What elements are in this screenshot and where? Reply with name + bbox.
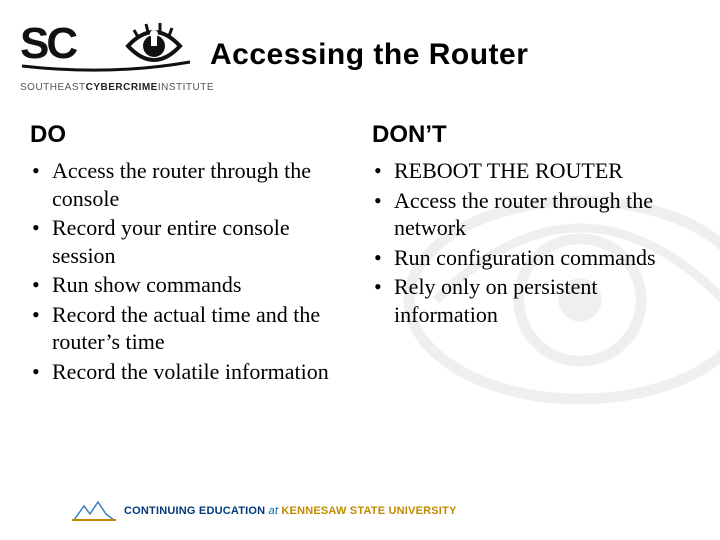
list-item: Record the volatile information [30,358,348,386]
footer-ksu: KENNESAW STATE UNIVERSITY [281,505,456,517]
do-heading: DO [30,121,348,149]
slide-body: DO Access the router through the console… [0,93,720,387]
mountain-icon [72,500,116,522]
footer-ce: CONTINUING EDUCATION at KENNESAW STATE U… [124,505,457,517]
sci-eye-logo-icon: SC [20,18,200,74]
list-item: Access the router through the console [30,157,348,212]
list-item: Run configuration commands [372,244,690,272]
slide-title: Accessing the Router [200,18,700,72]
list-item: Record the actual time and the router’s … [30,301,348,356]
logo-text-bold: CYBERCRIME [86,82,158,93]
do-column: DO Access the router through the console… [30,121,348,387]
list-item: Run show commands [30,271,348,299]
logo-text-prefix: SOUTHEAST [20,82,86,93]
institute-logo-text: SOUTHEASTCYBERCRIMEINSTITUTE [20,82,200,93]
do-list: Access the router through the console Re… [30,157,348,385]
list-item: Rely only on persistent information [372,273,690,328]
dont-list: REBOOT THE ROUTER Access the router thro… [372,157,690,328]
dont-heading: DON’T [372,121,690,149]
footer-logo: CONTINUING EDUCATION at KENNESAW STATE U… [72,500,457,522]
list-item: Access the router through the network [372,187,690,242]
institute-logo: SC SOUTHEASTCYBERCRIMEINSTITUTE [20,18,200,93]
dont-column: DON’T REBOOT THE ROUTER Access the route… [372,121,690,387]
list-item: Record your entire console session [30,214,348,269]
footer-ce-bold: CONTINUING EDUCATION [124,505,265,517]
list-item: REBOOT THE ROUTER [372,157,690,185]
svg-text:SC: SC [20,19,77,68]
slide-header: SC SOUTHEASTCYBERCRIMEINSTITUTE [0,0,720,93]
logo-text-suffix: INSTITUTE [158,82,214,93]
footer-ce-italic: at [265,505,281,517]
